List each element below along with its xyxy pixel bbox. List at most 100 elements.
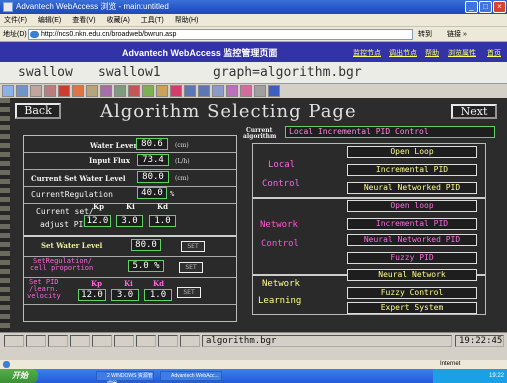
input-flux-label: Input Flux: [89, 156, 130, 165]
menu-bar: 文件(F) 编辑(E) 查看(V) 收藏(A) 工具(T) 帮助(H): [0, 14, 507, 27]
network-learning-label-1: Network: [262, 279, 300, 289]
project-name: swallow1: [98, 65, 161, 80]
pen-icon[interactable]: [156, 85, 168, 97]
report-icon[interactable]: [100, 85, 112, 97]
links-button[interactable]: 链接 »: [447, 29, 467, 39]
banner-link-call-node[interactable]: 调出节点: [389, 48, 417, 58]
local-neural-pid-button[interactable]: Neural Networked PID: [347, 182, 477, 194]
menu-edit[interactable]: 编辑(E): [38, 17, 61, 24]
water-level-value: 80.6: [136, 138, 168, 150]
ie-icon: [3, 361, 10, 368]
local-incremental-pid-button[interactable]: Incremental PID: [347, 164, 477, 176]
check-icon[interactable]: [142, 85, 154, 97]
set-regulation-button[interactable]: SET: [179, 262, 203, 273]
trend-icon[interactable]: [86, 85, 98, 97]
set-kp-input[interactable]: 12.0: [78, 289, 106, 301]
learning-expert-system-button[interactable]: Expert System: [347, 302, 477, 314]
alarm-summary-icon[interactable]: [44, 85, 56, 97]
document-icon[interactable]: [254, 85, 266, 97]
kp-value: 12.0: [84, 215, 111, 227]
minimize-button[interactable]: _: [465, 1, 478, 13]
local-open-loop-button[interactable]: Open Loop: [347, 146, 477, 158]
menu-help[interactable]: 帮助(H): [175, 17, 199, 24]
windows-taskbar: 开始 2 WINDOWS 资源管理器 Advantech WebAcc... 1…: [0, 369, 507, 383]
ack-icon[interactable]: [72, 85, 84, 97]
window-title: Advantech WebAccess 浏览 - main:untitled: [16, 2, 169, 11]
start-button[interactable]: 开始: [0, 369, 38, 383]
zoom-icon[interactable]: [212, 85, 224, 97]
set-pid-button[interactable]: SET: [177, 287, 201, 298]
set-ki-label: Ki: [124, 279, 133, 288]
banner-link-monitor-node[interactable]: 监控节点: [353, 48, 381, 58]
banner-title: Advantech WebAccess 监控管理页面: [122, 48, 278, 58]
banner-link-help[interactable]: 帮助: [425, 48, 439, 58]
set-level-input[interactable]: 80.0: [131, 239, 161, 251]
address-label: 地址(D): [3, 31, 27, 38]
kd-value: 1.0: [149, 215, 176, 227]
kd-label: Kd: [157, 202, 168, 211]
network-neural-pid-button[interactable]: Neural Networked PID: [347, 234, 477, 246]
current-regulation-label: CurrentRegulation: [31, 190, 113, 199]
set-regulation-input[interactable]: 5.0 %: [128, 260, 164, 272]
input-flux-unit: (L/h): [175, 158, 190, 165]
heart-icon[interactable]: [170, 85, 182, 97]
current-pid-label-2: adjust PID: [40, 220, 89, 229]
water-level-unit: (cm): [175, 142, 189, 149]
input-flux-value: 73.4: [137, 154, 169, 166]
go-button[interactable]: 转到: [418, 29, 432, 39]
set-water-level-label: Current Set Water Level: [31, 174, 126, 183]
forward-arrow-icon[interactable]: [198, 85, 210, 97]
user-icon[interactable]: [268, 85, 280, 97]
set-kp-label: Kp: [91, 279, 102, 288]
network-learning-label-2: Learning: [258, 296, 302, 306]
water-level-label: Water Lever: [90, 141, 138, 150]
alarm-icon[interactable]: [30, 85, 42, 97]
set-kd-label: Kd: [153, 279, 164, 288]
local-control-label-2: Control: [262, 179, 300, 189]
set-level-button[interactable]: SET: [181, 241, 205, 252]
current-regulation-value: 40.0: [137, 187, 167, 199]
log-icon[interactable]: [114, 85, 126, 97]
set-kd-input[interactable]: 1.0: [144, 289, 172, 301]
menu-favorites[interactable]: 收藏(A): [107, 17, 130, 24]
local-control-label-1: Local: [268, 160, 296, 170]
set-water-level-unit: (cm): [175, 175, 189, 182]
address-input[interactable]: http://ncs0.nkn.edu.cn/broadweb/bwrun.as…: [28, 29, 413, 40]
set-regulation-label-2: cell proportion: [30, 264, 94, 272]
network-fuzzy-pid-button[interactable]: Fuzzy PID: [347, 252, 477, 264]
menu-tools[interactable]: 工具(T): [141, 17, 164, 24]
graph-name: graph=algorithm.bgr: [213, 65, 362, 80]
menu-file[interactable]: 文件(F): [4, 17, 27, 24]
list-icon[interactable]: [16, 85, 28, 97]
status-file: algorithm.bgr: [202, 335, 452, 347]
network-open-loop-button[interactable]: Open loop: [347, 200, 477, 212]
address-bar: 地址(D) http://ncs0.nkn.edu.cn/broadweb/bw…: [0, 27, 507, 42]
status-time: 19:22:45: [455, 335, 504, 347]
system-tray: 19:22: [433, 369, 507, 383]
current-algorithm-label-2: algorithm: [243, 133, 277, 140]
learning-fuzzy-control-button[interactable]: Fuzzy Control: [347, 287, 477, 299]
tools-icon[interactable]: [240, 85, 252, 97]
back-arrow-icon[interactable]: [184, 85, 196, 97]
taskbar-webaccess[interactable]: Advantech WebAcc...: [160, 371, 222, 381]
webaccess-banner: Advantech WebAccess 监控管理页面 监控节点 调出节点 帮助 …: [0, 42, 507, 62]
search-icon[interactable]: [2, 85, 14, 97]
taskbar-explorer[interactable]: 2 WINDOWS 资源管理器: [96, 371, 154, 383]
event-icon[interactable]: [128, 85, 140, 97]
print-icon[interactable]: [226, 85, 238, 97]
tray-clock: 19:22: [488, 373, 504, 379]
menu-view[interactable]: 查看(V): [72, 17, 95, 24]
close-button[interactable]: ×: [493, 1, 506, 13]
banner-link-browse-props[interactable]: 浏览属性: [448, 48, 476, 58]
back-button[interactable]: Back: [15, 103, 61, 119]
stop-icon[interactable]: [58, 85, 70, 97]
app-icon: [3, 2, 13, 12]
banner-link-home[interactable]: 首页: [487, 48, 501, 58]
set-level-label: Set Water Level: [41, 241, 103, 250]
maximize-button[interactable]: □: [479, 1, 492, 13]
learning-neural-network-button[interactable]: Neural Network: [347, 269, 477, 281]
next-button[interactable]: Next: [451, 104, 497, 119]
network-incremental-pid-button[interactable]: Incremental PID: [347, 218, 477, 230]
set-ki-input[interactable]: 3.0: [111, 289, 139, 301]
network-control-label-2: Control: [261, 239, 299, 249]
